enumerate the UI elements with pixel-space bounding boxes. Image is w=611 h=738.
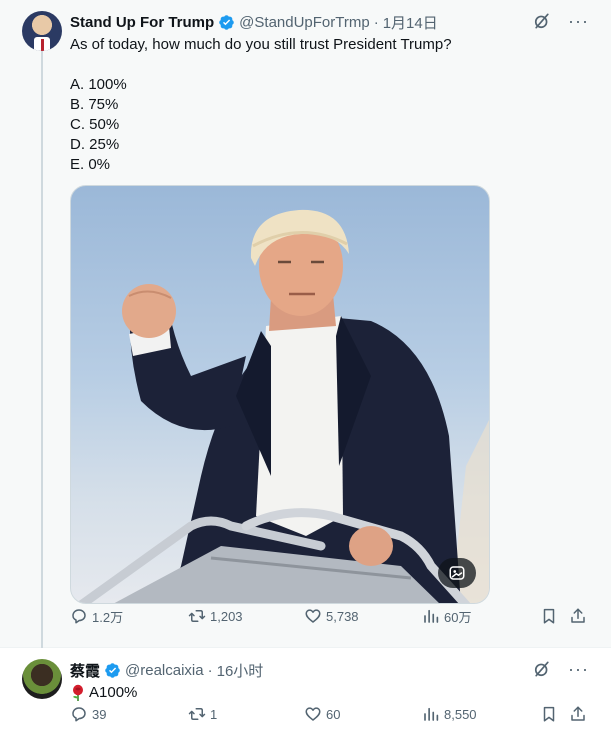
bookmark-button[interactable] [540,705,558,723]
reply-button[interactable]: 1.2万 [70,607,123,626]
retweet-icon [188,708,206,720]
views-button[interactable]: 60万 [422,607,471,626]
share-button[interactable] [569,607,587,625]
author-handle[interactable]: @StandUpForTrmp [239,14,370,31]
share-icon [571,706,585,721]
heart-icon [305,609,321,623]
reply-author-display-name[interactable]: 蔡霞 [70,660,100,681]
reply-body: A100% [70,683,137,703]
reply-timestamp[interactable]: 16小时 [217,660,264,681]
image-description-icon [449,566,465,580]
main-tweet-top-actions: ··· [532,11,589,31]
reply-count: 1.2万 [92,609,124,625]
grok-icon[interactable] [532,659,552,679]
like-count: 60 [326,706,341,722]
views-count: 60万 [444,609,472,625]
tweet-timestamp[interactable]: 1月14日 [383,12,438,33]
verified-badge-icon [219,15,234,30]
reply-tweet-top-actions: ··· [532,659,589,679]
poll-question: As of today, how much do you still trust… [70,36,452,53]
image-description-button[interactable] [438,558,476,588]
reply-author-handle[interactable]: @realcaixia [125,662,204,679]
views-count: 8,550 [444,706,477,722]
bookmark-icon [543,608,555,624]
bookmark-button[interactable] [540,607,558,625]
like-button[interactable]: 60 [304,705,340,723]
poll-option: B. 75% [70,96,119,113]
poll-option: C. 50% [70,116,120,133]
reply-tweet-header: 蔡霞 @realcaixia · 16小时 [70,660,263,681]
reply-icon [72,609,86,624]
main-tweet-header: Stand Up For Trump @StandUpForTrmp · 1月1… [70,12,438,33]
reply-button[interactable]: 39 [70,705,106,723]
reply-icon [72,707,86,722]
more-options-icon[interactable]: ··· [568,11,589,31]
tweet-body: As of today, how much do you still trust… [70,35,452,175]
tweet-photo[interactable] [70,185,490,604]
retweet-count: 1,203 [210,608,243,624]
views-button[interactable]: 8,550 [422,705,477,723]
share-button[interactable] [569,705,587,723]
reply-author-avatar[interactable] [22,659,62,699]
retweet-icon [188,610,206,622]
poll-option: E. 0% [70,156,111,173]
share-icon [571,608,585,623]
thread-connector-line [41,50,43,648]
retweet-count: 1 [210,706,218,722]
more-options-icon[interactable]: ··· [568,659,589,679]
author-avatar[interactable] [22,11,62,51]
poll-options-list: A. 100% B. 75% C. 50% D. 25% E. 0% [70,75,452,175]
like-button[interactable]: 5,738 [304,607,359,625]
verified-badge-icon [105,663,120,678]
reply-count: 39 [92,706,107,722]
poll-option: A. 100% [70,76,127,93]
poll-option: D. 25% [70,136,120,153]
rose-icon [73,684,83,701]
photo-illustration [76,209,489,603]
like-count: 5,738 [326,608,359,624]
views-chart-icon [424,609,439,623]
bookmark-icon [543,706,555,722]
retweet-button[interactable]: 1 [188,705,217,723]
grok-icon[interactable] [532,11,552,31]
heart-icon [305,707,321,721]
reply-text: A100% [89,684,138,701]
views-chart-icon [424,707,439,721]
separator-dot: · [207,662,213,679]
retweet-button[interactable]: 1,203 [188,607,243,625]
separator-dot: · [373,14,379,31]
author-display-name[interactable]: Stand Up For Trump [70,14,214,31]
